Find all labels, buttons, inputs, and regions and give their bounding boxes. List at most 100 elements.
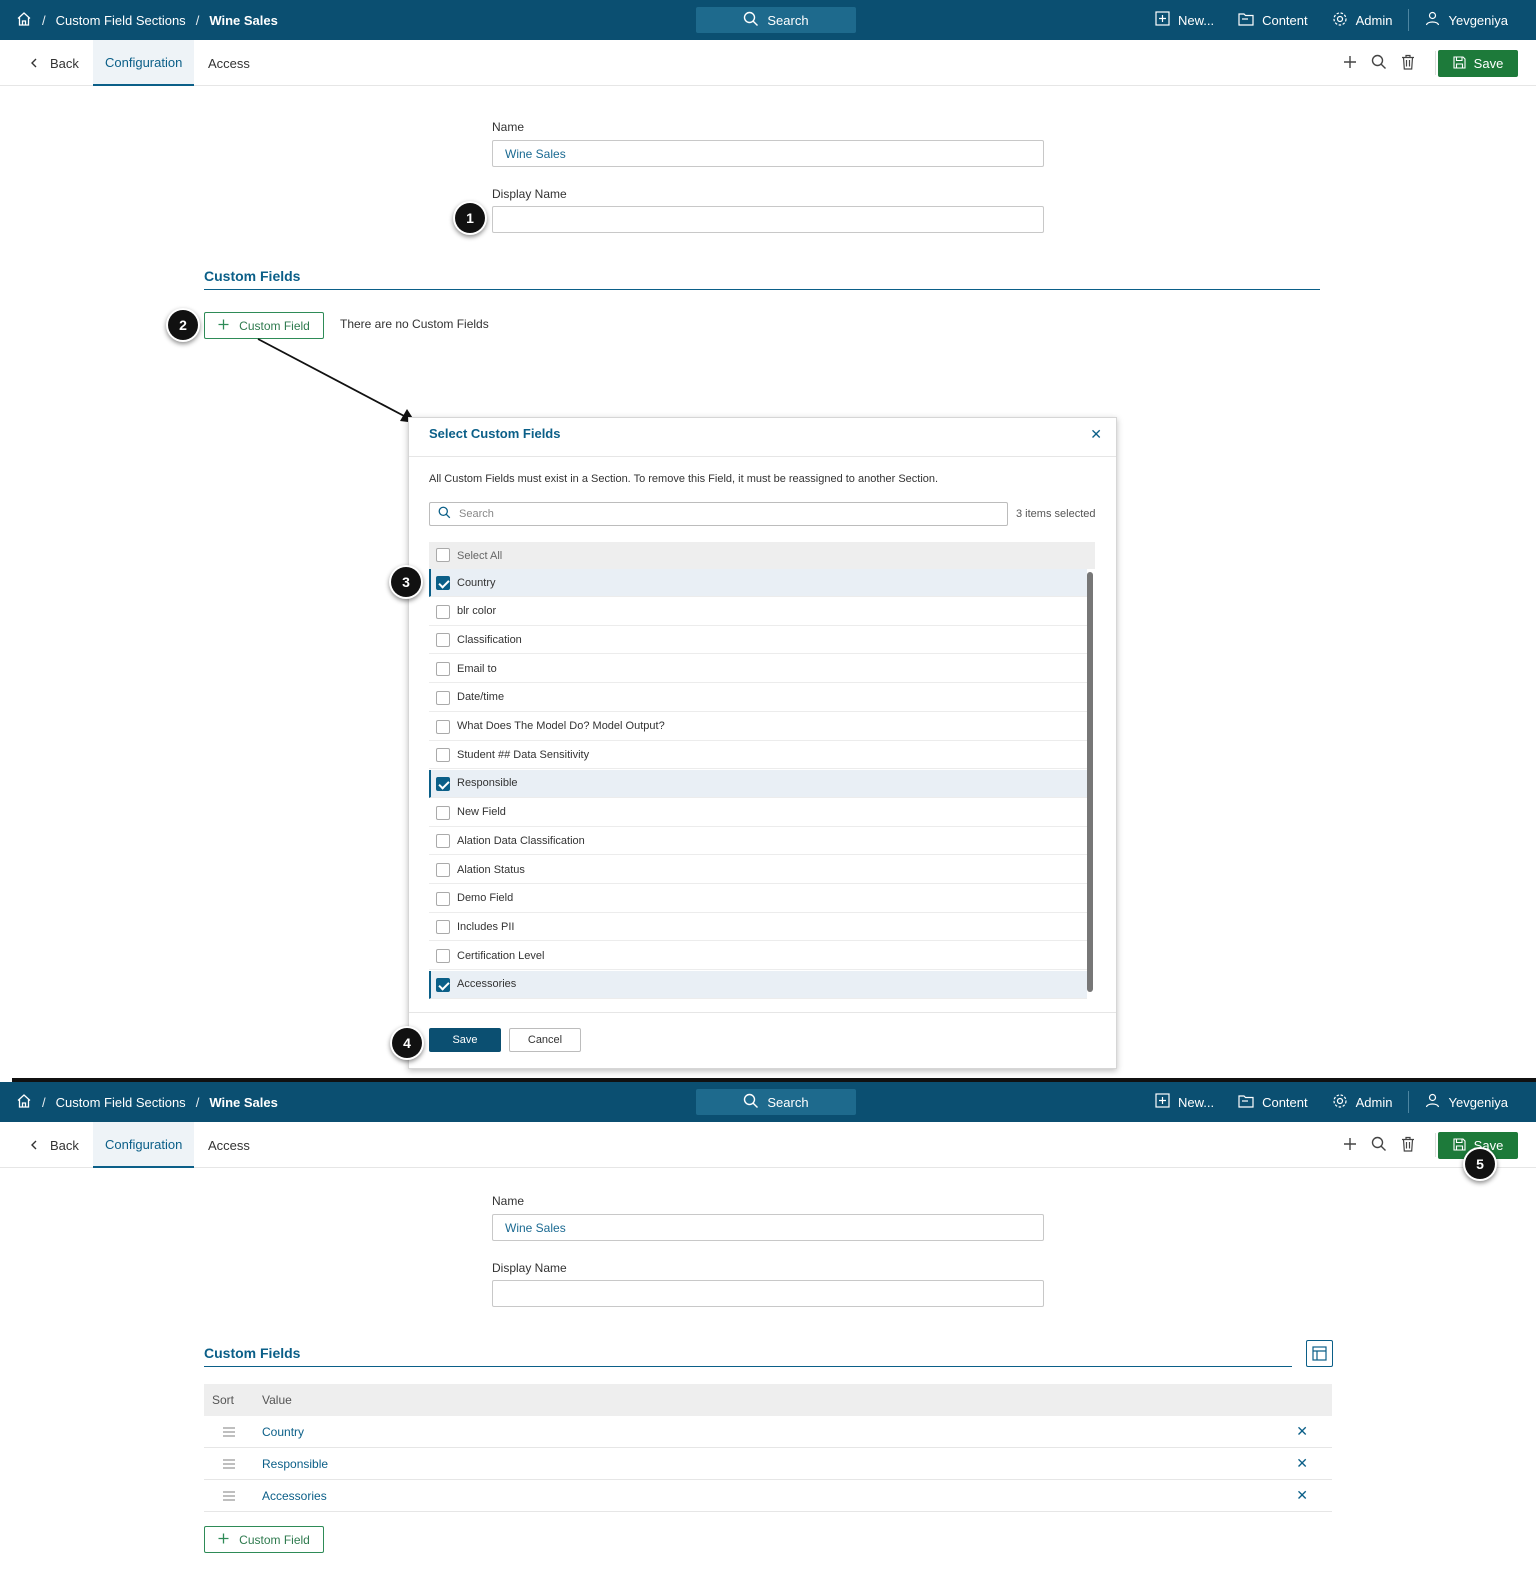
option-checkbox[interactable]	[436, 891, 450, 906]
search-icon[interactable]	[1371, 1136, 1387, 1155]
option-checkbox[interactable]	[436, 576, 450, 590]
table-header: Sort Value	[204, 1384, 1332, 1416]
page-toolbar: Back Configuration Access Save	[0, 40, 1536, 86]
chevron-left-icon	[30, 56, 38, 71]
custom-field-option[interactable]: Accessories	[429, 970, 1087, 999]
global-search-button[interactable]: Search	[696, 1089, 856, 1115]
custom-field-option[interactable]: Classification	[429, 626, 1087, 655]
option-checkbox[interactable]	[436, 776, 450, 791]
trash-icon[interactable]	[1401, 54, 1415, 73]
option-checkbox[interactable]	[436, 949, 450, 964]
tab-access[interactable]: Access	[208, 40, 250, 86]
custom-field-option[interactable]: Date/time	[429, 684, 1087, 712]
selected-count: 3 items selected	[1016, 508, 1096, 520]
remove-icon[interactable]: ✕	[1296, 1423, 1308, 1440]
remove-icon[interactable]: ✕	[1296, 1487, 1308, 1504]
custom-field-option[interactable]: New Field	[429, 799, 1087, 827]
top-navigation-bar: / Custom Field Sections / Wine Sales Sea…	[0, 1082, 1536, 1122]
custom-field-option[interactable]: Includes PII	[429, 913, 1087, 942]
add-icon[interactable]	[1343, 1137, 1357, 1154]
option-checkbox[interactable]	[436, 690, 450, 705]
home-icon[interactable]	[16, 11, 32, 30]
custom-field-option[interactable]: Certification Level	[429, 942, 1087, 971]
select-all-row[interactable]: Select All	[429, 542, 1095, 569]
row-value[interactable]: Country	[262, 1425, 304, 1439]
option-checkbox[interactable]	[436, 920, 450, 935]
content-menu-button[interactable]: Content	[1238, 1094, 1308, 1111]
custom-field-option[interactable]: Country	[429, 569, 1087, 597]
drag-handle-icon[interactable]	[204, 1426, 262, 1437]
custom-field-option[interactable]: Alation Status	[429, 856, 1087, 884]
custom-field-option[interactable]: blr color	[429, 598, 1087, 626]
new-menu-button[interactable]: New...	[1155, 1093, 1214, 1111]
select-all-checkbox[interactable]	[436, 548, 450, 562]
search-icon	[743, 11, 759, 30]
drag-handle-icon[interactable]	[204, 1458, 262, 1469]
select-custom-fields-dialog: Select Custom Fields ✕ All Custom Fields…	[408, 417, 1117, 1069]
option-checkbox[interactable]	[436, 719, 450, 734]
tab-configuration[interactable]: Configuration	[93, 40, 195, 86]
back-button[interactable]: Back	[30, 1122, 79, 1168]
add-custom-field-button[interactable]: Custom Field	[204, 1526, 324, 1553]
display-name-input[interactable]	[492, 1280, 1044, 1307]
toolbar-actions	[1343, 40, 1436, 86]
add-icon[interactable]	[1343, 55, 1357, 72]
option-checkbox[interactable]	[436, 805, 450, 820]
option-label: Accessories	[457, 978, 517, 991]
option-label: Alation Status	[457, 863, 525, 876]
gear-icon	[1332, 1093, 1348, 1112]
name-input[interactable]: Wine Sales	[492, 1214, 1044, 1241]
dialog-save-button[interactable]: Save	[429, 1028, 501, 1052]
drag-handle-icon[interactable]	[204, 1490, 262, 1501]
option-checkbox[interactable]	[436, 604, 450, 619]
list-scrollbar[interactable]	[1087, 572, 1093, 992]
save-button[interactable]: Save	[1438, 50, 1518, 77]
row-value[interactable]: Accessories	[262, 1489, 327, 1503]
custom-field-option[interactable]: Responsible	[429, 769, 1087, 798]
option-checkbox[interactable]	[436, 977, 450, 992]
content-menu-label: Content	[1262, 1094, 1308, 1110]
back-button[interactable]: Back	[30, 40, 79, 86]
content-menu-button[interactable]: Content	[1238, 12, 1308, 29]
admin-menu-button[interactable]: Admin	[1332, 11, 1392, 30]
tab-configuration[interactable]: Configuration	[93, 1122, 195, 1168]
option-checkbox[interactable]	[436, 633, 450, 648]
gear-icon	[1332, 11, 1348, 30]
custom-field-option[interactable]: Demo Field	[429, 885, 1087, 913]
content-menu-label: Content	[1262, 12, 1308, 28]
tab-access[interactable]: Access	[208, 1122, 250, 1168]
remove-icon[interactable]: ✕	[1296, 1455, 1308, 1472]
option-checkbox[interactable]	[436, 863, 450, 877]
table-layout-icon[interactable]	[1306, 1340, 1333, 1367]
dialog-cancel-button[interactable]: Cancel	[509, 1028, 581, 1052]
breadcrumb-parent[interactable]: Custom Field Sections	[56, 13, 186, 28]
step-badge-1: 1	[455, 203, 485, 233]
save-label: Save	[1473, 56, 1504, 71]
new-menu-button[interactable]: New...	[1155, 11, 1214, 29]
search-icon[interactable]	[1371, 54, 1387, 73]
home-icon[interactable]	[16, 1093, 32, 1112]
trash-icon[interactable]	[1401, 1136, 1415, 1155]
breadcrumb-parent[interactable]: Custom Field Sections	[56, 1095, 186, 1110]
user-menu-button[interactable]: Yevgeniya	[1425, 1093, 1508, 1111]
close-icon[interactable]: ✕	[1090, 426, 1102, 443]
row-value[interactable]: Responsible	[262, 1457, 328, 1471]
global-search-button[interactable]: Search	[696, 7, 856, 33]
option-checkbox[interactable]	[436, 748, 450, 763]
user-menu-button[interactable]: Yevgeniya	[1425, 11, 1508, 29]
option-checkbox[interactable]	[436, 662, 450, 677]
plus-icon	[218, 1533, 229, 1547]
dialog-search-input[interactable]: Search	[429, 502, 1008, 526]
name-input[interactable]: Wine Sales	[492, 140, 1044, 167]
top-navigation-bar: / Custom Field Sections / Wine Sales Sea…	[0, 0, 1536, 40]
custom-field-option[interactable]: Alation Data Classification	[429, 827, 1087, 856]
table-row: Accessories ✕	[204, 1480, 1332, 1512]
custom-field-option[interactable]: Email to	[429, 655, 1087, 684]
breadcrumb-separator: /	[195, 12, 200, 28]
display-name-input[interactable]	[492, 206, 1044, 233]
admin-menu-button[interactable]: Admin	[1332, 1093, 1392, 1112]
option-checkbox[interactable]	[436, 834, 450, 849]
custom-field-option[interactable]: What Does The Model Do? Model Output?	[429, 713, 1087, 741]
custom-field-option[interactable]: Student ## Data Sensitivity	[429, 741, 1087, 770]
new-menu-label: New...	[1177, 12, 1215, 28]
